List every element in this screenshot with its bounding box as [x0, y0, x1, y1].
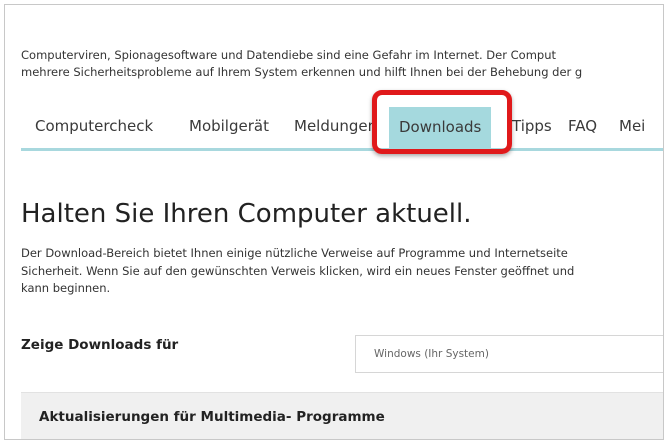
download-description: Der Download-Bereich bietet Ihnen einige… [21, 245, 661, 298]
highlight-box [372, 90, 512, 154]
accordion-multimedia[interactable]: Aktualisierungen für Multimedia- Program… [21, 392, 663, 439]
accordion-title: Aktualisierungen für Multimedia- Program… [39, 409, 385, 425]
description-line-1: Der Download-Bereich bietet Ihnen einige… [21, 246, 568, 260]
tab-computercheck[interactable]: Computercheck [35, 117, 153, 135]
intro-line-2: mehrere Sicherheitsprobleme auf Ihrem Sy… [21, 65, 583, 79]
nav-underline [21, 148, 663, 151]
tab-faq[interactable]: FAQ [568, 117, 597, 135]
page-frame: Computerviren, Spionagesoftware und Date… [4, 4, 664, 440]
description-line-2: Sicherheit. Wenn Sie auf den gewünschten… [21, 263, 575, 278]
tab-meldungen[interactable]: Meldungen [294, 117, 377, 135]
tab-mobilgeraet[interactable]: Mobilgerät [189, 117, 269, 135]
tab-tipps[interactable]: Tipps [512, 117, 552, 135]
description-line-3: kann beginnen. [21, 281, 111, 295]
intro-text: Computerviren, Spionagesoftware und Date… [21, 47, 661, 81]
tab-mein[interactable]: Mei [619, 117, 645, 135]
page-title: Halten Sie Ihren Computer aktuell. [21, 199, 472, 229]
os-select[interactable]: Windows (Ihr System) [355, 335, 663, 373]
tab-navigation: Computercheck Mobilgerät Meldungen Downl… [5, 103, 663, 151]
intro-line-1: Computerviren, Spionagesoftware und Date… [21, 48, 556, 62]
filter-label: Zeige Downloads für [21, 337, 179, 353]
